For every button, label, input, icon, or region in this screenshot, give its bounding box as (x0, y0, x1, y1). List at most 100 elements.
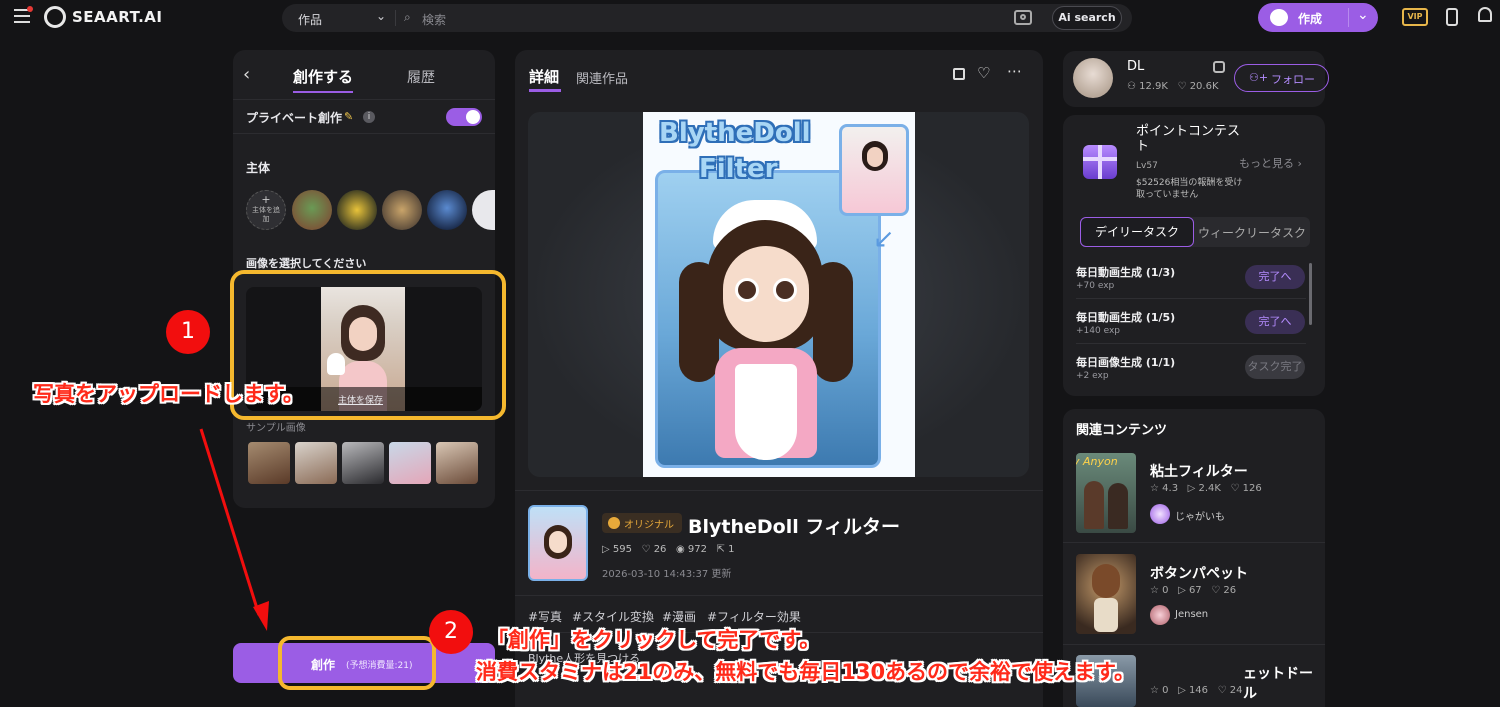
tab-daily-tasks[interactable]: デイリータスク (1080, 217, 1194, 247)
work-thumbnail[interactable] (528, 505, 588, 581)
search-category-select[interactable]: 作品 (298, 11, 322, 28)
detail-panel: 詳細 関連作品 ♡ ⋯ BlytheDoll Filter ↙ オリジナル Bl… (515, 50, 1043, 707)
rating: 0 (1162, 685, 1169, 696)
divider (395, 10, 396, 26)
logo-text[interactable]: SEAART.AI (72, 8, 163, 26)
private-toggle[interactable] (446, 108, 482, 126)
curved-arrow-icon: ↙ (873, 224, 895, 254)
author-avatar[interactable] (1073, 58, 1113, 98)
task-complete-button[interactable]: 完了へ (1245, 265, 1305, 289)
related-author[interactable]: Jensen (1175, 609, 1208, 620)
subject-heading: 主体 (246, 161, 271, 175)
task-name: 毎日動画生成 (1/5) (1076, 311, 1176, 324)
subject-avatar[interactable] (382, 190, 422, 230)
sample-image[interactable] (436, 442, 478, 484)
sample-image[interactable] (389, 442, 431, 484)
doll-eye-left (735, 278, 759, 302)
heart-icon[interactable]: ♡ (977, 64, 990, 82)
task-exp: +140 exp (1076, 326, 1120, 336)
subject-avatar[interactable] (472, 190, 495, 230)
follow-button[interactable]: ⚇+ フォロー (1234, 64, 1329, 92)
work-stats: ▷ 595 ♡ 26 ◉ 972 ⇱ 1 (602, 544, 734, 555)
shares-count: 1 (728, 544, 735, 555)
search-bar: 作品 ⌄ ⌕ 検索 Ai search (282, 4, 1132, 32)
annotation-arrow (199, 428, 269, 631)
task-complete-button[interactable]: 完了へ (1245, 310, 1305, 334)
divider (1076, 343, 1306, 344)
more-icon[interactable]: ⋯ (1007, 62, 1023, 80)
doll-eye-right (773, 278, 797, 302)
sample-image[interactable] (295, 442, 337, 484)
mobile-icon[interactable] (1446, 8, 1458, 26)
vip-icon[interactable]: VIP (1402, 8, 1428, 26)
likes: 24 (1229, 685, 1243, 696)
before-photo-inset (839, 124, 909, 216)
likes-count: 26 (653, 544, 667, 555)
heart-icon: ♡ (641, 544, 651, 555)
ai-search-button[interactable]: Ai search (1052, 6, 1122, 30)
info-icon[interactable]: i (363, 111, 375, 123)
puppet-head-shape (1092, 564, 1120, 598)
ribbon-horizontal (1083, 157, 1117, 161)
divider (233, 133, 495, 134)
chevron-down-icon[interactable]: ⌄ (1357, 7, 1369, 23)
task-name: 毎日画像生成 (1/1) (1076, 356, 1176, 369)
figure-shape (1084, 481, 1104, 529)
task-name: 毎日動画生成 (1/3) (1076, 266, 1176, 279)
author-avatar[interactable] (1150, 605, 1170, 625)
preview-image[interactable]: BlytheDoll Filter ↙ (643, 112, 915, 477)
subject-avatar[interactable] (427, 190, 467, 230)
tab-weekly-tasks[interactable]: ウィークリータスク (1198, 224, 1306, 241)
contest-more-link[interactable]: もっと見る › (1239, 155, 1302, 171)
bell-icon[interactable] (1478, 7, 1492, 22)
chevron-down-icon[interactable]: ⌄ (376, 10, 386, 22)
share-icon[interactable] (953, 68, 965, 80)
camera-icon[interactable] (1014, 10, 1032, 25)
related-title[interactable]: 粘土フィルター (1150, 461, 1248, 481)
likes: 126 (1242, 483, 1262, 494)
tab-create[interactable]: 創作する (293, 66, 353, 87)
create-submit-label: 創作 (311, 658, 336, 672)
related-title[interactable]: ェットドール (1243, 663, 1325, 703)
share-icon: ⇱ (716, 544, 725, 555)
logo-icon (44, 6, 66, 28)
tag-chip[interactable]: #写真 (528, 608, 562, 625)
create-button-label: 作成 (1298, 12, 1323, 26)
related-heading: 関連コンテンツ (1076, 423, 1168, 438)
tab-detail[interactable]: 詳細 (529, 66, 559, 87)
chevron-right-icon: › (1297, 157, 1302, 170)
copy-icon[interactable] (1213, 61, 1225, 73)
tab-related[interactable]: 関連作品 (576, 68, 628, 87)
badge-icon (608, 517, 620, 529)
related-thumbnail[interactable] (1076, 554, 1136, 634)
related-author[interactable]: じゃがいも (1175, 508, 1225, 523)
tab-history[interactable]: 履歴 (407, 67, 435, 87)
back-arrow-icon[interactable]: ‹ (243, 66, 250, 84)
author-avatar[interactable] (1150, 504, 1170, 524)
tag-chip[interactable]: #フィルター効果 (707, 608, 801, 625)
tag-chip[interactable]: #漫画 (662, 608, 696, 625)
ribbon-vertical (1098, 145, 1102, 179)
contest-title: ポイントコンテスト (1136, 124, 1241, 154)
eye-icon: ◉ (675, 544, 685, 555)
doll-pigtail-right (813, 262, 853, 382)
add-subject-button[interactable]: + 主体を追加 (246, 190, 286, 230)
step2-annotation-line2: 消費スタミナは21のみ、無料でも毎日130あるので余裕で使えます。 (476, 660, 1135, 684)
pen-icon: ✎ (344, 110, 354, 123)
subject-avatar[interactable] (337, 190, 377, 230)
menu-icon[interactable] (14, 6, 33, 23)
related-thumbnail[interactable]: y Anyon (1076, 453, 1136, 533)
updated-time: 2026-03-10 14:43:37 更新 (602, 569, 732, 580)
search-input[interactable]: 検索 (422, 11, 446, 28)
author-likes-count: 20.6K (1189, 81, 1219, 92)
private-create-label: プライベート創作 (246, 111, 343, 125)
scrollbar[interactable] (1309, 263, 1312, 325)
sample-image[interactable] (342, 442, 384, 484)
views-count: 972 (687, 544, 707, 555)
related-title[interactable]: ボタンパペット (1150, 563, 1248, 583)
author-stats: ⚇ 12.9K ♡ 20.6K (1127, 81, 1219, 92)
create-button[interactable]: 作成 ⌄ (1258, 3, 1378, 32)
tag-chip[interactable]: #スタイル変換 (572, 608, 654, 625)
author-name[interactable]: DL (1127, 59, 1144, 74)
subject-avatar[interactable] (292, 190, 332, 230)
